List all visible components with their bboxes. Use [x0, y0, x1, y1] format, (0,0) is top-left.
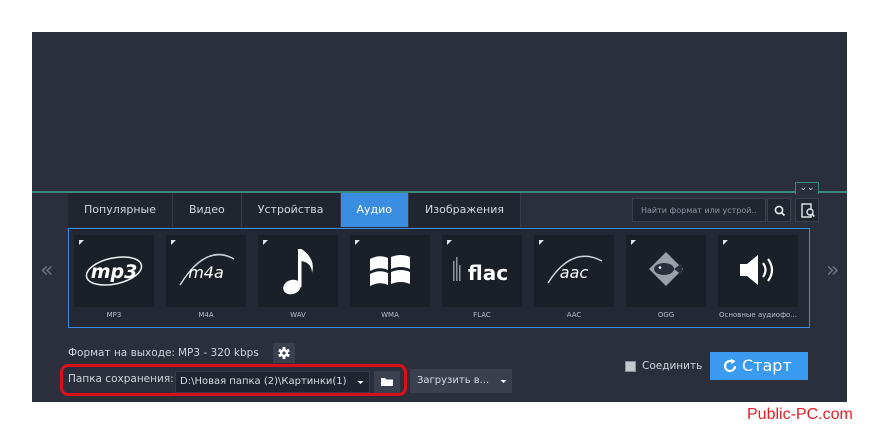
collapse-panel-button[interactable]: ⌄⌄	[795, 182, 819, 194]
format-tile-wav[interactable]	[258, 235, 338, 307]
save-folder-label: Папка сохранения:	[68, 373, 174, 385]
tab-images[interactable]: Изображения	[409, 193, 521, 227]
start-label: Старт	[742, 356, 792, 375]
format-label-mp3: MP3	[106, 311, 122, 319]
flac-logo-icon: flac	[453, 257, 508, 285]
format-tile-flac[interactable]: flac	[442, 235, 522, 307]
start-button[interactable]: Старт	[710, 352, 808, 380]
save-folder-path-field[interactable]: D:\Новая папка (2)\Картинки(1)	[175, 371, 370, 393]
tab-video[interactable]: Видео	[172, 193, 242, 227]
converter-window: ⌄⌄ Популярные Видео Устройства Аудио Изо…	[32, 32, 847, 402]
caret-down-icon	[500, 380, 507, 383]
gear-icon	[278, 347, 290, 359]
watermark-text: Public-PC.com	[747, 406, 853, 423]
aac-logo-text: aac	[560, 263, 589, 282]
mp3-logo-text: mp3	[91, 261, 138, 283]
mp3-logo-icon: mp3	[85, 256, 143, 286]
format-search-input[interactable]	[632, 198, 766, 222]
flac-logo-text: flac	[468, 261, 508, 285]
format-label-ogg: OGG	[657, 311, 675, 319]
music-note-icon	[283, 249, 313, 295]
output-settings-button[interactable]	[273, 343, 295, 363]
scroll-left-arrow[interactable]: «	[40, 260, 53, 282]
device-search-icon	[801, 203, 816, 218]
format-category-tabs: Популярные Видео Устройства Аудио Изобра…	[68, 193, 521, 227]
tab-devices[interactable]: Устройства	[241, 193, 341, 227]
upload-to-dropdown[interactable]	[495, 369, 512, 393]
save-folder-dropdown[interactable]	[351, 371, 370, 393]
format-label-wav: WAV	[290, 311, 306, 319]
format-presets-panel: mp3 m4a flac aac MP3 M4A WAV WMA FLAC AA…	[68, 228, 810, 328]
chevron-double-down-icon: ⌄⌄	[799, 183, 815, 193]
output-format-value: MP3 - 320 kbps	[178, 347, 259, 359]
merge-label: Соединить	[642, 360, 703, 372]
format-label-flac: FLAC	[473, 311, 491, 319]
format-label-m4a: M4A	[198, 311, 214, 319]
m4a-logo-icon: m4a	[179, 254, 235, 286]
speaker-icon	[740, 255, 774, 285]
folder-icon	[381, 378, 393, 386]
upload-to-label: Загрузить в...	[417, 375, 490, 386]
format-label-basic-audio: Основные аудиофо...	[718, 311, 798, 319]
output-format-label: Формат на выходе:	[68, 347, 175, 359]
merge-checkbox[interactable]	[625, 361, 636, 372]
search-icon	[774, 205, 786, 217]
format-tile-m4a[interactable]: m4a	[166, 235, 246, 307]
detect-device-button[interactable]	[795, 198, 819, 222]
refresh-icon	[723, 358, 737, 373]
format-tile-mp3[interactable]: mp3	[74, 235, 154, 307]
tab-popular[interactable]: Популярные	[68, 193, 173, 227]
caret-down-icon	[357, 381, 364, 384]
tab-audio[interactable]: Аудио	[340, 193, 410, 227]
format-tile-basic-audio[interactable]	[718, 235, 798, 307]
m4a-logo-text: m4a	[188, 263, 224, 282]
search-button[interactable]	[767, 198, 791, 222]
preview-area	[32, 32, 847, 193]
windows-logo-icon	[370, 255, 410, 286]
format-tile-aac[interactable]: aac	[534, 235, 614, 307]
scroll-right-arrow[interactable]: »	[826, 260, 839, 282]
ogg-fish-icon	[649, 252, 683, 286]
aac-logo-icon: aac	[547, 255, 603, 284]
format-label-aac: AAC	[566, 311, 582, 319]
format-tile-ogg[interactable]	[626, 235, 706, 307]
open-folder-button[interactable]	[374, 371, 400, 393]
format-tile-wma[interactable]	[350, 235, 430, 307]
format-label-wma: WMA	[381, 311, 399, 319]
